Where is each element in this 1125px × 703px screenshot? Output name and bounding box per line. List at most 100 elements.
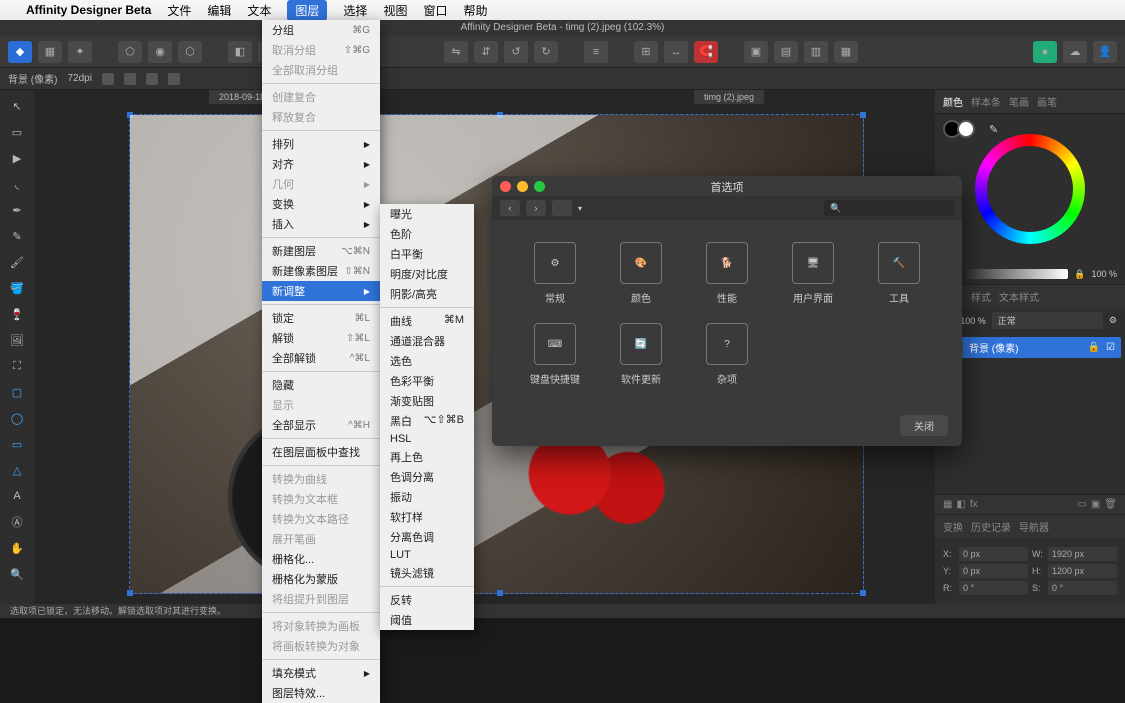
order-icon[interactable]: ▥ <box>804 41 828 63</box>
tool-btn[interactable]: ◉ <box>148 41 172 63</box>
transform-x[interactable]: 0 px <box>959 547 1028 561</box>
submenu-item[interactable]: 反转 <box>380 590 474 610</box>
menu-item[interactable]: 新建像素图层⇧⌘N <box>262 261 380 281</box>
text-tool-icon[interactable]: A <box>6 486 28 506</box>
submenu-item[interactable]: 明度/对比度 <box>380 264 474 284</box>
ctx-icon[interactable] <box>124 73 136 85</box>
tab-brushes[interactable]: 画笔 <box>1037 94 1057 109</box>
flip-h-icon[interactable]: ⇋ <box>444 41 468 63</box>
tab-stroke[interactable]: 笔画 <box>1009 94 1029 109</box>
menu-item[interactable]: 图层特效... <box>262 683 380 703</box>
tab-swatches[interactable]: 样本条 <box>971 94 1001 109</box>
menu-item[interactable]: 分组⌘G <box>262 20 380 40</box>
prefs-item[interactable]: ⚙常规 <box>512 242 598 305</box>
submenu-item[interactable]: 通道混合器 <box>380 331 474 351</box>
panel-icon[interactable]: ▣ <box>1091 499 1100 510</box>
flip-v-icon[interactable]: ⇵ <box>474 41 498 63</box>
menu-item[interactable]: 栅格化为蒙版 <box>262 569 380 589</box>
panel-icon[interactable]: ◧ <box>956 499 965 510</box>
order-icon[interactable]: ▣ <box>744 41 768 63</box>
grid-view-icon[interactable] <box>552 200 572 216</box>
submenu-item[interactable]: 黑白⌥⇧⌘B <box>380 411 474 431</box>
submenu-item[interactable]: 曝光 <box>380 204 474 224</box>
prefs-item[interactable]: 🔨工具 <box>856 242 942 305</box>
node-tool-icon[interactable]: ▶ <box>6 148 28 168</box>
user-icon[interactable]: 👤 <box>1093 41 1117 63</box>
panel-icon[interactable]: fx <box>970 499 978 510</box>
submenu-item[interactable]: 软打样 <box>380 507 474 527</box>
menu-item[interactable]: 插入 <box>262 214 380 234</box>
text-frame-icon[interactable]: Ⓐ <box>6 512 28 532</box>
menu-select[interactable]: 选择 <box>343 2 367 19</box>
submenu-item[interactable]: 阈值 <box>380 610 474 630</box>
corner-tool-icon[interactable]: ◟ <box>6 174 28 194</box>
shape-rect-icon[interactable]: ▢ <box>6 382 28 402</box>
cloud-icon[interactable]: ☁ <box>1063 41 1087 63</box>
trash-icon[interactable]: 🗑 <box>1104 499 1117 510</box>
selection-handle[interactable] <box>127 112 133 118</box>
order-icon[interactable]: ▤ <box>774 41 798 63</box>
selection-handle[interactable] <box>497 590 503 596</box>
submenu-item[interactable]: 选色 <box>380 351 474 371</box>
menu-item[interactable]: 栅格化... <box>262 549 380 569</box>
prefs-item[interactable]: 🐕性能 <box>684 242 770 305</box>
shape-ellipse-icon[interactable]: ◯ <box>6 408 28 428</box>
place-tool-icon[interactable]: 🖼 <box>6 330 28 350</box>
submenu-item[interactable]: LUT <box>380 547 474 563</box>
menu-item[interactable]: 全部显示^⌘H <box>262 415 380 435</box>
menu-item[interactable]: 锁定⌘L <box>262 308 380 328</box>
preferences-dialog[interactable]: 首选项 ‹ › ▾ 🔍 ⚙常规🎨颜色🐕性能🖥用户界面🔨工具⌨键盘快捷键🔄软件更新… <box>492 176 962 446</box>
app-name[interactable]: Affinity Designer Beta <box>26 3 151 17</box>
menu-item[interactable]: 变换 <box>262 194 380 214</box>
menu-item[interactable]: 排列 <box>262 134 380 154</box>
selection-handle[interactable] <box>860 112 866 118</box>
submenu-item[interactable]: 分离色调 <box>380 527 474 547</box>
order-icon[interactable]: ▦ <box>834 41 858 63</box>
close-button[interactable]: 关闭 <box>900 415 948 436</box>
fill-tool-icon[interactable]: 🪣 <box>6 278 28 298</box>
tab-navigator[interactable]: 导航器 <box>1019 519 1049 534</box>
rotate-ccw-icon[interactable]: ↺ <box>504 41 528 63</box>
selection-handle[interactable] <box>860 590 866 596</box>
tool-btn[interactable]: ◧ <box>228 41 252 63</box>
submenu-item[interactable]: 色阶 <box>380 224 474 244</box>
snap-icon[interactable]: ↔ <box>664 41 688 63</box>
selection-handle[interactable] <box>127 590 133 596</box>
transparency-tool-icon[interactable]: 🍷 <box>6 304 28 324</box>
pencil-tool-icon[interactable]: ✎ <box>6 226 28 246</box>
menu-item[interactable]: 新调整 <box>262 281 380 301</box>
blend-mode-select[interactable]: 正常 <box>992 312 1103 329</box>
menu-text[interactable]: 文本 <box>247 2 271 19</box>
rotate-cw-icon[interactable]: ↻ <box>534 41 558 63</box>
panel-icon[interactable]: ▭ <box>1077 499 1086 510</box>
zoom-tool-icon[interactable]: 🔍 <box>6 564 28 584</box>
prefs-item[interactable]: ?杂项 <box>684 323 770 386</box>
submenu-item[interactable]: HSL <box>380 431 474 447</box>
menu-view[interactable]: 视图 <box>383 2 407 19</box>
back-button[interactable]: ‹ <box>500 200 520 216</box>
selection-handle[interactable] <box>497 112 503 118</box>
menu-window[interactable]: 窗口 <box>423 2 447 19</box>
tab-transform[interactable]: 变换 <box>943 519 963 534</box>
status-icon[interactable]: ● <box>1033 41 1057 63</box>
submenu-item[interactable]: 渐变贴图 <box>380 391 474 411</box>
lock-icon[interactable]: 🔒 <box>1074 269 1085 280</box>
submenu-item[interactable]: 色彩平衡 <box>380 371 474 391</box>
transform-s[interactable]: 0 ° <box>1048 581 1117 595</box>
submenu-item[interactable]: 色调分离 <box>380 467 474 487</box>
brush-tool-icon[interactable]: 🖌 <box>6 252 28 272</box>
menu-help[interactable]: 帮助 <box>463 2 487 19</box>
menu-item[interactable]: 隐藏 <box>262 375 380 395</box>
panel-icon[interactable]: ▦ <box>943 499 952 510</box>
eyedropper-icon[interactable]: ✎ <box>989 123 998 136</box>
shape-rrect-icon[interactable]: ▭ <box>6 434 28 454</box>
persona-pixel-icon[interactable]: ▦ <box>38 41 62 63</box>
submenu-item[interactable]: 振动 <box>380 487 474 507</box>
snap-icon[interactable]: ⊞ <box>634 41 658 63</box>
prefs-item[interactable]: 🖥用户界面 <box>770 242 856 305</box>
prefs-item[interactable]: 🔄软件更新 <box>598 323 684 386</box>
menu-item[interactable]: 在图层面板中查找 <box>262 442 380 462</box>
menu-item[interactable]: 全部解锁^⌘L <box>262 348 380 368</box>
transform-y[interactable]: 0 px <box>959 564 1028 578</box>
pen-tool-icon[interactable]: ✒ <box>6 200 28 220</box>
